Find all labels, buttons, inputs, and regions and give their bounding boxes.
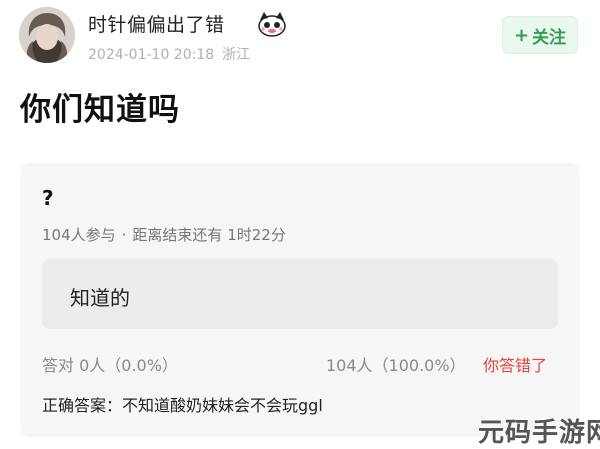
plus-icon: + bbox=[513, 24, 530, 46]
post-title: 你们知道吗 bbox=[20, 92, 180, 128]
avatar[interactable] bbox=[19, 7, 75, 63]
total-stat: 104人（100.0%） bbox=[326, 356, 466, 375]
correct-stat: 答对 0人（0.0%） bbox=[42, 356, 178, 375]
poll-stats: 104人参与 · 距离结束还有 1时22分 bbox=[42, 224, 286, 245]
post-date: 2024-01-10 20:18 bbox=[88, 47, 215, 63]
poll-time-left: 距离结束还有 1时22分 bbox=[132, 226, 286, 244]
post-location: 浙江 bbox=[222, 47, 251, 63]
follow-label: 关注 bbox=[532, 27, 567, 48]
wrong-answer-label: 你答错了 bbox=[483, 356, 548, 375]
poll-option-label[interactable]: 知道的 bbox=[70, 282, 130, 311]
cartoon-badge-icon bbox=[256, 10, 288, 38]
site-watermark: 元码手游网 bbox=[478, 418, 600, 448]
username[interactable]: 时针偏偏出了错 bbox=[88, 10, 225, 37]
poll-separator: · bbox=[121, 226, 127, 244]
correct-answer: 正确答案：不知道酸奶妹妹会不会玩ggl bbox=[42, 396, 323, 415]
post-meta: 2024-01-10 20:18 浙江 bbox=[88, 44, 250, 64]
follow-button[interactable]: + 关注 bbox=[502, 16, 578, 54]
poll-question: ? bbox=[42, 186, 54, 210]
poll-participants: 104人参与 bbox=[42, 226, 116, 244]
